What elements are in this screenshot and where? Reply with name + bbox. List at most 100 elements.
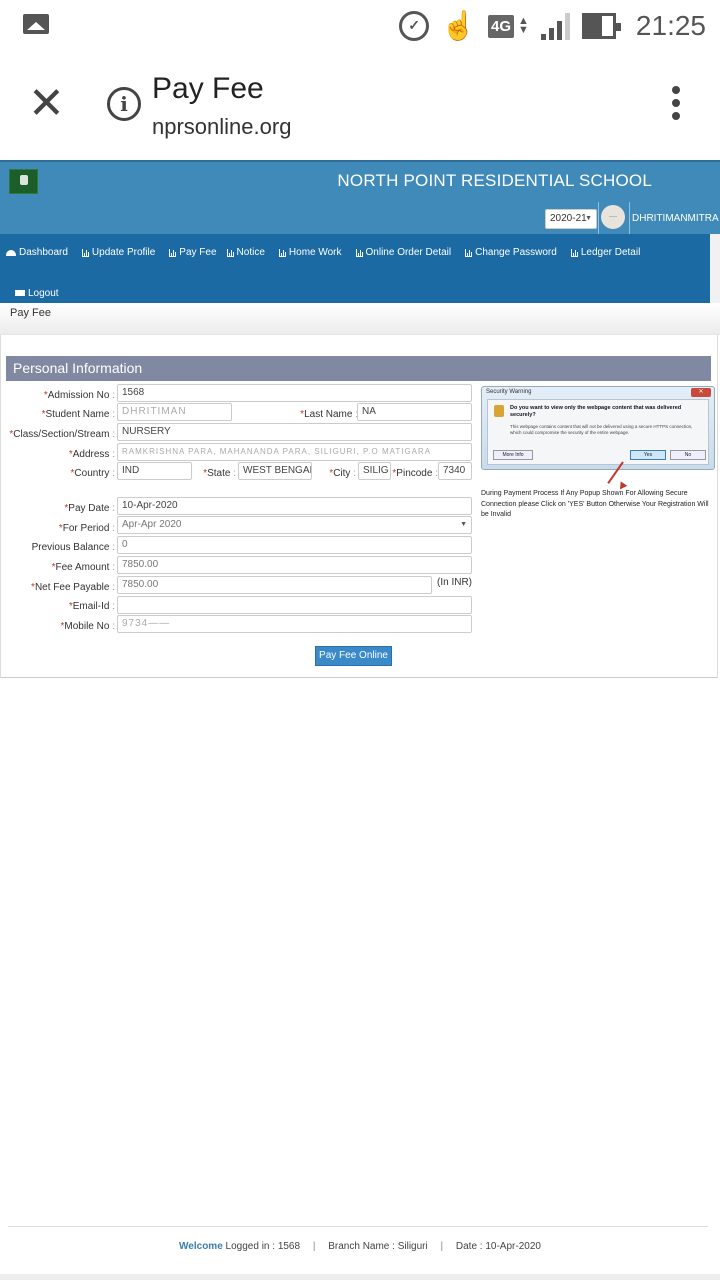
school-name: NORTH POINT RESIDENTIAL SCHOOL	[337, 171, 652, 190]
security-note: During Payment Process If Any Popup Show…	[481, 490, 709, 518]
nav-item-online-order-detail[interactable]: Online Order Detail	[355, 247, 452, 258]
data-arrows-icon: ▲ ▼	[518, 15, 529, 36]
nav-label: Notice	[236, 247, 265, 258]
welcome-text: Welcome	[179, 1241, 223, 1252]
nav-item-update-profile[interactable]: Update Profile	[81, 247, 156, 258]
for-period-value: Apr-Apr 2020	[122, 519, 182, 530]
pay-date-label: *Pay Date :	[64, 503, 115, 514]
previous-balance-input[interactable]: 0	[117, 536, 472, 554]
bottom-strip	[0, 1274, 720, 1280]
footer-divider	[8, 1226, 708, 1227]
nav-item-home-work[interactable]: Home Work	[278, 247, 342, 258]
laptop-icon	[15, 290, 25, 297]
bar-chart-icon	[355, 248, 363, 257]
state-input[interactable]: WEST BENGAI	[238, 462, 312, 480]
nav-item-pay-fee[interactable]: Pay Fee	[169, 247, 217, 258]
pay-date-input[interactable]: 10-Apr-2020	[117, 497, 472, 515]
email-label: *Email-Id :	[68, 601, 115, 612]
page-url[interactable]: nprsonline.org	[152, 114, 291, 140]
class-label: *Class/Section/Stream :	[9, 429, 115, 440]
bar-chart-icon	[81, 248, 89, 257]
last-name-label: *Last Name :	[300, 409, 358, 420]
admission-no-label: *Admission No :	[43, 390, 115, 401]
breadcrumb-bar: Pay Fee	[0, 303, 720, 335]
nav-label: Home Work	[288, 247, 342, 258]
nav-item-notice[interactable]: Notice	[226, 247, 265, 258]
fee-amount-input[interactable]: 7850.00	[117, 556, 472, 574]
nav-scrollbar[interactable]	[710, 234, 720, 303]
pincode-label: *Pincode :	[392, 468, 438, 479]
yes-button: Yes	[630, 450, 666, 460]
close-icon: ✕	[691, 388, 711, 397]
previous-balance-label: Previous Balance :	[31, 542, 115, 553]
lock-icon	[494, 405, 504, 417]
nav-label: Change Password	[475, 247, 557, 258]
status-bar: ✓ ☝ 4G ▲ ▼ 21:25	[0, 0, 720, 52]
bar-chart-icon	[465, 248, 473, 257]
more-info-button: More Info	[493, 450, 533, 460]
branch-text: Branch Name : Siliguri	[328, 1241, 428, 1252]
dashboard-icon	[6, 249, 16, 256]
dialog-title: Security Warning	[486, 389, 532, 395]
logged-in-text: Logged in : 1568	[225, 1241, 301, 1252]
net-fee-input[interactable]: 7850.00	[117, 576, 432, 594]
nav-item-logout[interactable]: Logout	[15, 288, 59, 299]
pincode-input[interactable]: 7340	[438, 462, 472, 480]
nav-item-change-password[interactable]: Change Password	[465, 247, 557, 258]
nav-item-ledger-detail[interactable]: Ledger Detail	[570, 247, 640, 258]
mobile-input[interactable]: 9734——	[117, 615, 472, 633]
student-name-input[interactable]: DHRITIMAN	[117, 403, 232, 421]
site-header: NORTH POINT RESIDENTIAL SCHOOL 2020-21 ▼…	[0, 160, 720, 236]
touch-icon: ☝	[441, 10, 477, 41]
divider	[629, 202, 630, 236]
section-title: Personal Information	[6, 356, 711, 381]
bar-chart-icon	[278, 248, 286, 257]
bar-chart-icon	[169, 248, 177, 257]
divider	[598, 202, 599, 236]
nav-label: Dashboard	[19, 247, 68, 258]
no-button: No	[670, 450, 706, 460]
dialog-body: Do you want to view only the webpage con…	[487, 399, 709, 465]
alarm-icon: ✓	[399, 11, 430, 41]
nav-label: Online Order Detail	[365, 247, 452, 258]
nav-label: Update Profile	[91, 247, 156, 258]
image-icon	[23, 14, 49, 34]
separator: |	[312, 1241, 316, 1252]
nav-item-dashboard[interactable]: Dashboard	[6, 247, 68, 258]
last-name-input[interactable]: NA	[357, 403, 472, 421]
session-select-value: 2020-21	[550, 213, 587, 224]
net-fee-label: *Net Fee Payable :	[31, 582, 115, 593]
clock: 21:25	[635, 10, 706, 41]
bar-chart-icon	[570, 248, 578, 257]
pay-fee-online-button[interactable]: Pay Fee Online	[315, 646, 392, 666]
nav-label: Pay Fee	[179, 247, 217, 258]
fee-amount-label: *Fee Amount :	[51, 562, 115, 573]
country-input[interactable]: IND	[117, 462, 192, 480]
footer: Welcome Logged in : 1568 | Branch Name :…	[0, 1241, 720, 1252]
country-label: *Country :	[70, 468, 115, 479]
city-input[interactable]: SILIG	[358, 462, 391, 480]
school-logo[interactable]	[9, 169, 38, 194]
separator: |	[440, 1241, 444, 1252]
close-icon[interactable]: ✕	[28, 82, 65, 126]
4g-icon: 4G	[488, 14, 515, 38]
avatar[interactable]	[601, 205, 625, 229]
more-vert-icon[interactable]	[670, 86, 682, 120]
admission-no-input[interactable]: 1568	[117, 384, 472, 402]
address-label: *Address :	[68, 449, 115, 460]
session-select[interactable]: 2020-21 ▼	[545, 209, 597, 229]
address-input[interactable]: RAMKRISHNA PARA, MAHANANDA PARA, SILIGUR…	[117, 443, 472, 461]
signal-icon	[540, 12, 570, 40]
class-input[interactable]: NURSERY	[117, 423, 472, 441]
email-input[interactable]	[117, 596, 472, 614]
bar-chart-icon	[226, 248, 234, 257]
dialog-question: Do you want to view only the webpage con…	[510, 405, 682, 418]
page-title: Pay Fee	[152, 72, 264, 105]
chevron-down-icon: ▼	[460, 521, 467, 528]
browser-toolbar: ✕ i Pay Fee nprsonline.org	[0, 52, 720, 158]
username[interactable]: DHRITIMANMITRA	[632, 213, 719, 224]
for-period-label: *For Period :	[58, 523, 115, 534]
info-icon[interactable]: i	[107, 87, 141, 121]
for-period-select[interactable]: Apr-Apr 2020 ▼	[117, 516, 472, 534]
security-warning-image: Security Warning ✕ Do you want to view o…	[481, 386, 715, 470]
